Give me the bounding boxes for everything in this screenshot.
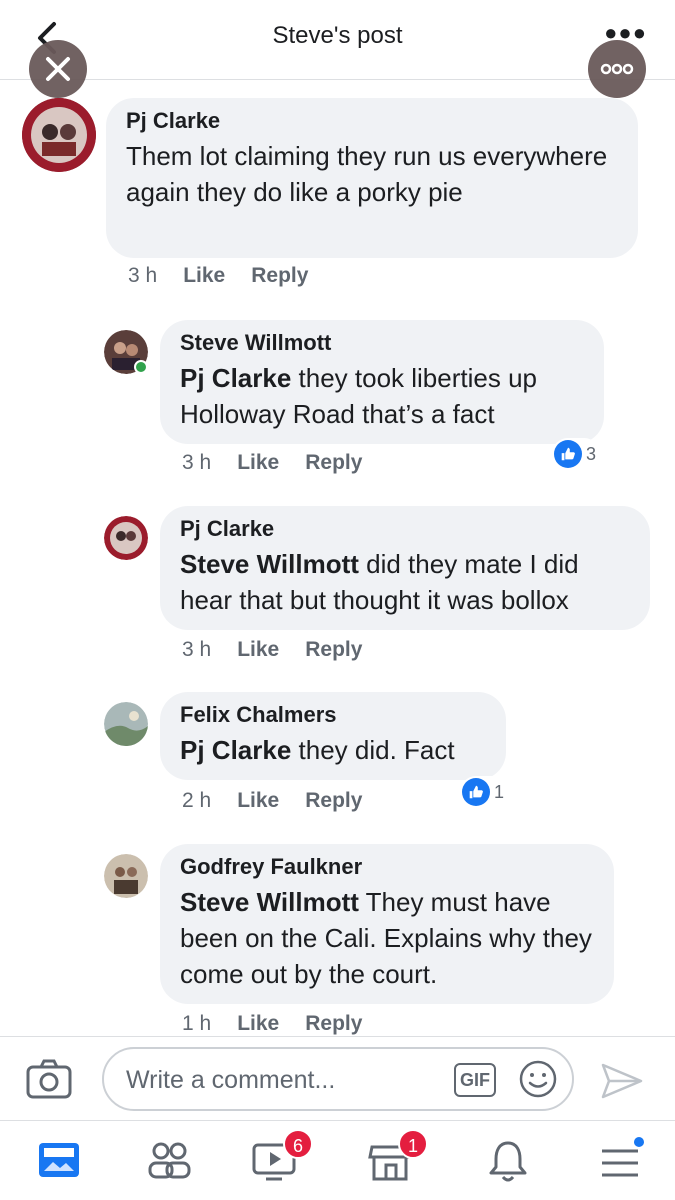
send-icon[interactable] (600, 1061, 644, 1101)
mention-tag[interactable]: Steve Willmott (180, 887, 359, 917)
comment-author[interactable]: Pj Clarke (126, 108, 618, 134)
comment-time: 3 h (182, 451, 212, 474)
avatar[interactable] (22, 98, 96, 172)
comment-bubble[interactable]: Steve Willmott Pj Clarke they took liber… (160, 320, 604, 444)
comment-author[interactable]: Steve Willmott (180, 330, 584, 356)
mention-tag[interactable]: Pj Clarke (180, 363, 291, 393)
thumbs-up-icon (554, 440, 582, 468)
comment-author[interactable]: Godfrey Faulkner (180, 854, 594, 880)
comment-actions: 3 h Like Reply (182, 638, 388, 662)
reply-button[interactable]: Reply (305, 451, 362, 474)
comment-composer: Write a comment... GIF (0, 1036, 675, 1120)
comment-text: Them lot claiming they run us everywhere… (126, 141, 608, 207)
like-button[interactable]: Like (237, 451, 279, 474)
comment-text: Steve Willmott did they mate I did hear … (180, 549, 579, 615)
thumbs-up-icon (462, 778, 490, 806)
comment-actions: 3 h Like Reply (128, 264, 334, 288)
reaction-count-label: 3 (586, 443, 597, 464)
mention-tag[interactable]: Steve Willmott (180, 549, 359, 579)
reply-button[interactable]: Reply (251, 264, 308, 287)
reaction-count[interactable]: 1 (460, 776, 509, 808)
comment-input-placeholder: Write a comment... (126, 1066, 336, 1094)
comment-time: 1 h (182, 1012, 212, 1035)
like-button[interactable]: Like (237, 1012, 279, 1035)
news-feed-icon[interactable] (35, 1137, 83, 1185)
comment-actions: 1 h Like Reply (182, 1012, 388, 1036)
gif-button[interactable]: GIF (454, 1063, 496, 1097)
reaction-count-label: 1 (494, 781, 505, 802)
like-button[interactable]: Like (237, 789, 279, 812)
comment-bubble[interactable]: Godfrey Faulkner Steve Willmott They mus… (160, 844, 614, 1004)
notifications-bell-icon[interactable] (484, 1137, 532, 1185)
marketplace-badge: 1 (398, 1129, 428, 1159)
like-button[interactable]: Like (183, 264, 225, 287)
comment-bubble[interactable]: Pj Clarke Steve Willmott did they mate I… (160, 506, 650, 630)
close-overlay-button[interactable] (29, 40, 87, 98)
groups-icon[interactable] (145, 1137, 193, 1185)
menu-notification-dot (632, 1135, 646, 1149)
mention-tag[interactable]: Pj Clarke (180, 735, 291, 765)
comment-bubble[interactable]: Pj Clarke Them lot claiming they run us … (106, 98, 638, 258)
ellipsis-icon (600, 63, 634, 75)
comment-time: 3 h (182, 638, 212, 661)
post-header: Steve's post ●●● (0, 0, 675, 80)
comment-actions: 3 h Like Reply (182, 451, 388, 475)
reaction-count[interactable]: 3 (552, 438, 601, 470)
reply-button[interactable]: Reply (305, 638, 362, 661)
close-icon (46, 57, 70, 81)
online-status-dot (134, 360, 148, 374)
comment-text: Pj Clarke they took liberties up Hollowa… (180, 363, 537, 429)
comment-author[interactable]: Felix Chalmers (180, 702, 486, 728)
watch-badge: 6 (283, 1129, 313, 1159)
comment-text: Steve Willmott They must have been on th… (180, 887, 592, 989)
avatar[interactable] (104, 516, 148, 560)
more-overlay-button[interactable] (588, 40, 646, 98)
comment-input[interactable]: Write a comment... GIF (102, 1047, 574, 1111)
camera-icon[interactable] (26, 1059, 72, 1099)
bottom-tab-bar: 6 1 (0, 1120, 675, 1200)
comment-time: 2 h (182, 789, 212, 812)
comment-text: Pj Clarke they did. Fact (180, 735, 455, 765)
like-button[interactable]: Like (237, 638, 279, 661)
comment-author[interactable]: Pj Clarke (180, 516, 630, 542)
comment-time: 3 h (128, 264, 158, 287)
comment-bubble[interactable]: Felix Chalmers Pj Clarke they did. Fact (160, 692, 506, 780)
comment-actions: 2 h Like Reply (182, 789, 388, 813)
avatar[interactable] (104, 702, 148, 746)
reply-button[interactable]: Reply (305, 1012, 362, 1035)
page-title: Steve's post (272, 22, 403, 49)
reply-button[interactable]: Reply (305, 789, 362, 812)
avatar[interactable] (104, 854, 148, 898)
emoji-icon[interactable] (518, 1059, 558, 1099)
